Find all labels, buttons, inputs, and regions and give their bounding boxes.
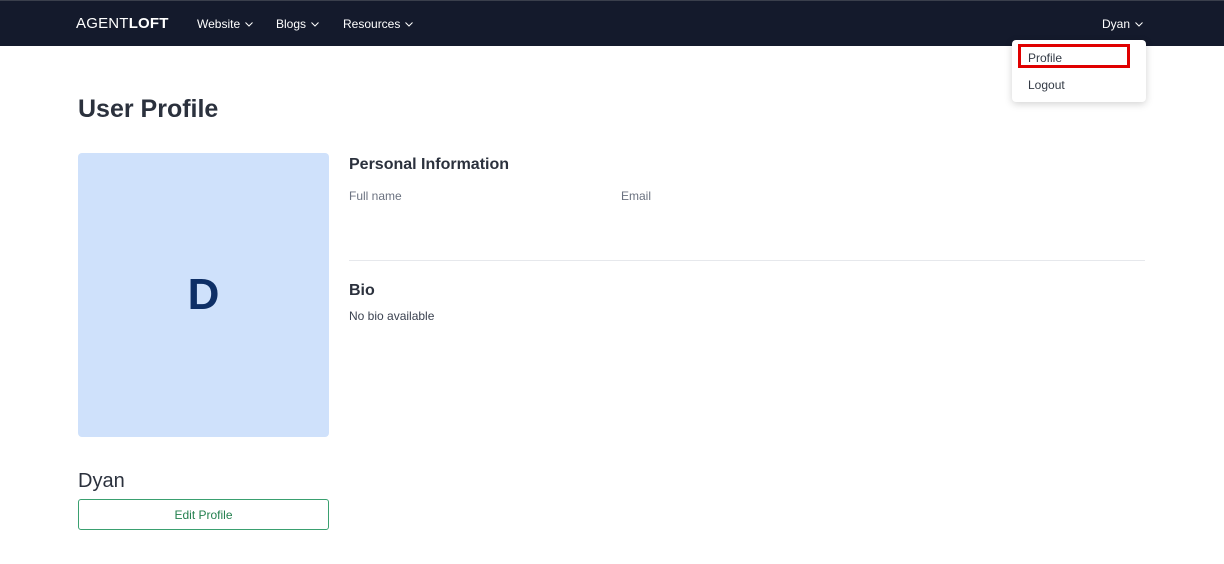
section-divider <box>349 260 1145 261</box>
avatar-initial: D <box>187 270 220 319</box>
user-menu-toggle[interactable]: Dyan <box>1102 17 1144 31</box>
profile-username: Dyan <box>78 470 125 492</box>
nav-item-website[interactable]: Website <box>197 17 254 31</box>
profile-highlight-box <box>1018 44 1130 68</box>
email-label: Email <box>621 189 652 203</box>
brand-logo[interactable]: AGENTLOFT <box>76 15 169 32</box>
personal-information-heading: Personal Information <box>349 156 510 173</box>
user-menu-label: Dyan <box>1101 17 1130 31</box>
dropdown-item-logout[interactable]: Logout <box>1028 78 1065 92</box>
brand-logo-agent: AGENT <box>76 15 129 32</box>
nav-item-resources[interactable]: Resources <box>343 17 414 31</box>
avatar: D <box>78 153 329 437</box>
nav-item-blogs[interactable]: Blogs <box>276 17 320 31</box>
chevron-down-icon <box>404 19 414 29</box>
nav-item-label: Resources <box>343 17 401 31</box>
bio-text: No bio available <box>349 309 435 323</box>
brand-logo-loft: LOFT <box>128 15 169 32</box>
bio-heading: Bio <box>349 282 375 299</box>
chevron-down-icon <box>1134 19 1144 29</box>
chevron-down-icon <box>310 19 320 29</box>
edit-profile-button[interactable]: Edit Profile <box>78 499 329 530</box>
nav-item-label: Blogs <box>276 17 307 31</box>
nav-item-label: Website <box>197 17 241 31</box>
full-name-label: Full name <box>349 189 402 203</box>
chevron-down-icon <box>244 19 254 29</box>
page-title: User Profile <box>78 95 219 123</box>
